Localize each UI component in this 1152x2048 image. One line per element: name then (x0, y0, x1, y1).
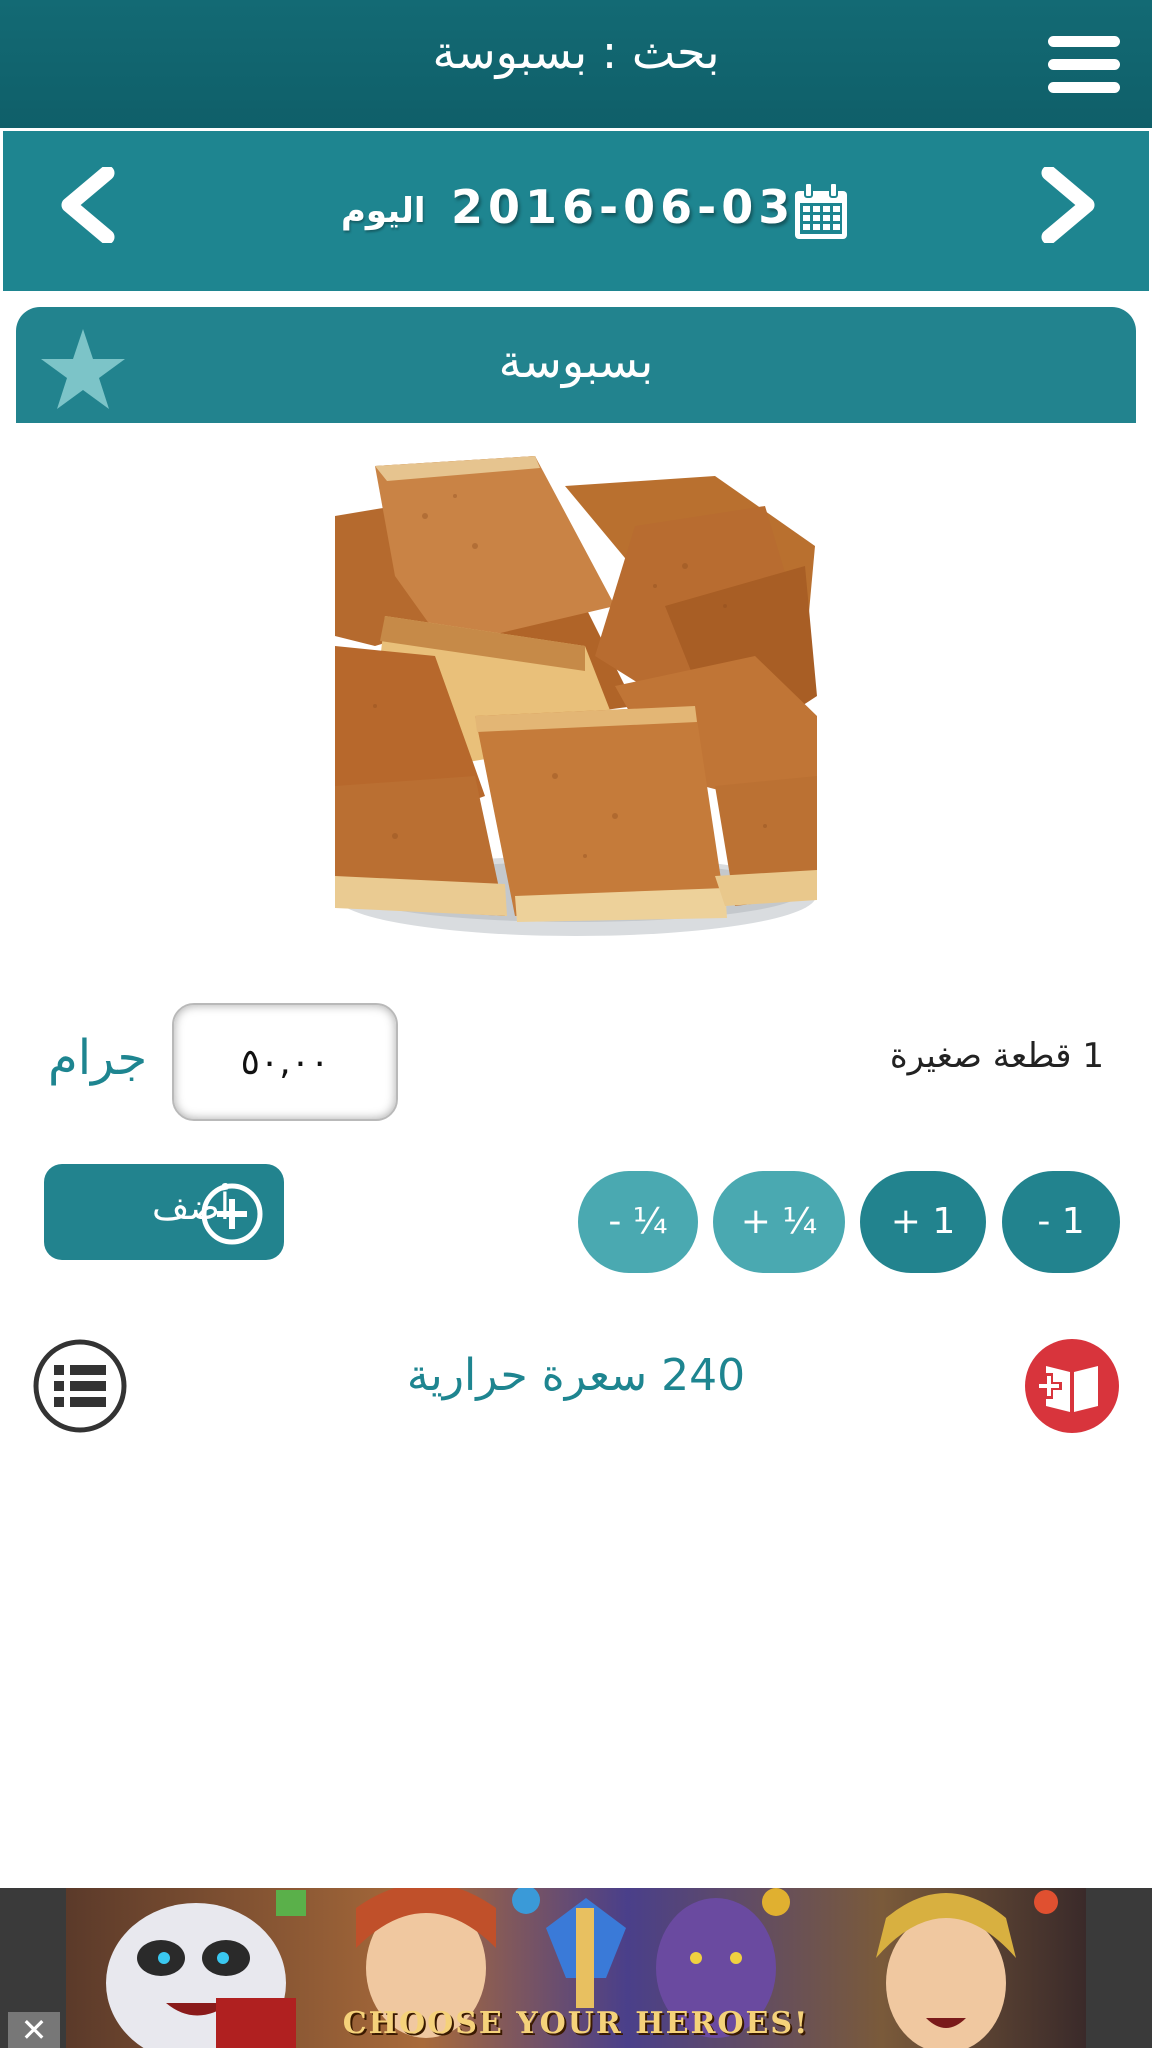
chevron-right-icon[interactable] (1031, 167, 1101, 243)
food-title-bar: بسبوسة (16, 307, 1136, 423)
food-name: بسبوسة (498, 334, 654, 388)
calendar-icon[interactable] (793, 183, 849, 241)
quantity-input[interactable] (172, 1003, 398, 1121)
add-to-diary-icon[interactable] (1024, 1338, 1120, 1434)
add-button[interactable]: أضف (44, 1164, 284, 1260)
add-button-label: أضف (152, 1187, 230, 1228)
serving-size-label: 1 قطعة صغيرة (889, 1036, 1104, 1076)
unit-label: جرام (48, 1030, 148, 1086)
close-icon[interactable]: ✕ (8, 2012, 60, 2048)
today-label[interactable]: اليوم (341, 189, 426, 233)
plus-one-button[interactable]: + 1 (860, 1171, 986, 1273)
chevron-left-icon[interactable] (55, 167, 125, 243)
food-photo (335, 456, 817, 936)
plus-quarter-button[interactable]: + ¼ (713, 1171, 845, 1273)
hamburger-menu-icon[interactable] (1048, 34, 1120, 96)
current-date[interactable]: 2016-06-03 (451, 179, 795, 235)
ad-banner[interactable]: CHOOSE YOUR HEROES! ✕ (0, 1888, 1152, 2048)
app-header: بحث : بسبوسة (0, 0, 1152, 128)
calories-text: 240 سعرة حرارية (406, 1350, 746, 1401)
minus-one-button[interactable]: - 1 (1002, 1171, 1120, 1273)
minus-quarter-button[interactable]: - ¼ (578, 1171, 698, 1273)
page-title: بحث : بسبوسة (432, 25, 720, 79)
ad-headline: CHOOSE YOUR HEROES! (342, 2006, 810, 2041)
date-navigation-bar: اليوم 2016-06-03 (3, 131, 1149, 291)
